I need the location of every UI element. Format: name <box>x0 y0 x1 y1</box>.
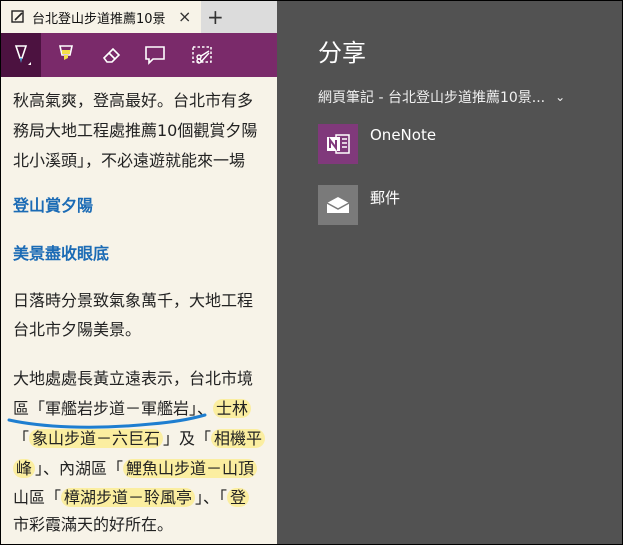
paragraph-line: 大地處處長黃立遠表示，台北市境 <box>13 369 254 388</box>
share-target-dropdown[interactable]: 網頁筆記 - 台北登山步道推薦10景... ⌄ <box>318 87 565 107</box>
app-window: 台北登山步道推薦10景 × + 秋高氣爽，登高最好。台北市有多 務局大地工程處推… <box>1 1 622 544</box>
pen-icon <box>14 45 31 65</box>
tab-title: 台北登山步道推薦10景 <box>32 11 166 27</box>
paragraph-line: 峰」、內湖區「 鯉魚山步道－山頂 <box>13 457 258 481</box>
comment-tool-button[interactable] <box>135 33 175 77</box>
share-app-label: OneNote <box>370 126 437 144</box>
clip-tool-button[interactable] <box>182 33 222 77</box>
highlighted-text: 士林 <box>213 399 252 418</box>
web-note-toolbar <box>1 33 277 77</box>
eraser-icon <box>102 47 121 63</box>
highlighter-icon <box>59 45 73 60</box>
text-span: 山區「 <box>13 488 62 507</box>
comment-icon <box>145 46 165 65</box>
paragraph-line: 秋高氣爽，登高最好。台北市有多 <box>13 91 254 110</box>
share-app-label: 郵件 <box>370 189 401 207</box>
onenote-icon <box>318 124 358 164</box>
paragraph-line: 北小溪頭」，不必遠遊就能來一場 <box>13 151 246 170</box>
text-span: 「 <box>13 429 30 448</box>
text-span: 」、「 <box>195 488 228 507</box>
highlighted-text: 峰 <box>13 459 36 478</box>
paragraph-line: 台北市夕陽美景。 <box>13 320 142 339</box>
highlighted-text: 鯉魚山步道－山頂 <box>123 459 258 478</box>
clip-icon <box>192 46 212 64</box>
highlighted-text: 登 <box>227 488 250 507</box>
paragraph-line: 務局大地工程處推薦10個觀賞夕陽 <box>13 121 258 140</box>
share-app-onenote[interactable]: OneNote <box>318 124 436 164</box>
pen-tool-button[interactable] <box>1 33 41 77</box>
highlighted-text: 相機平 <box>211 429 266 448</box>
tab-close-button[interactable]: × <box>178 9 191 25</box>
mail-icon <box>318 185 358 225</box>
paragraph-line: 「象山步道－六巨石 」及「 相機平 <box>13 427 266 451</box>
section-heading: 美景盡收眼底 <box>13 244 110 263</box>
eraser-tool-button[interactable] <box>92 33 132 77</box>
web-note-icon <box>11 10 24 23</box>
highlighted-text: 象山步道－六巨石 <box>29 429 164 448</box>
text-span: 」及「 <box>163 429 212 448</box>
paragraph-line: 市彩霞滿天的好所在。 <box>13 515 174 534</box>
paragraph-line: 區「軍艦岩步道－軍艦岩」、 士林 <box>13 397 252 421</box>
paragraph-line: 山區「 樟湖步道－聆風亭 」、「登 <box>13 486 250 510</box>
chevron-down-icon: ⌄ <box>555 90 566 104</box>
browser-tab[interactable]: 台北登山步道推薦10景 × <box>1 1 201 33</box>
text-span: 」、內湖區「 <box>35 459 124 478</box>
highlighted-text: 樟湖步道－聆風亭 <box>61 488 196 507</box>
share-target-label: 網頁筆記 - 台北登山步道推薦10景... <box>318 90 546 106</box>
share-pane: 分享 網頁筆記 - 台北登山步道推薦10景... ⌄ OneNote 郵件 <box>277 1 622 544</box>
article-content: 秋高氣爽，登高最好。台北市有多 務局大地工程處推薦10個觀賞夕陽 北小溪頭」，不… <box>1 77 277 544</box>
paragraph-line: 日落時分景致氣象萬千，大地工程 <box>13 291 254 310</box>
share-title: 分享 <box>318 39 366 67</box>
section-heading: 登山賞夕陽 <box>13 196 94 215</box>
share-app-mail[interactable]: 郵件 <box>318 185 400 225</box>
new-tab-button[interactable]: + <box>207 5 224 29</box>
inked-text: 區「軍艦岩步道－軍艦岩」、 <box>13 399 214 418</box>
tab-bar: 台北登山步道推薦10景 × + <box>1 1 277 33</box>
highlighter-tool-button[interactable] <box>46 33 86 77</box>
